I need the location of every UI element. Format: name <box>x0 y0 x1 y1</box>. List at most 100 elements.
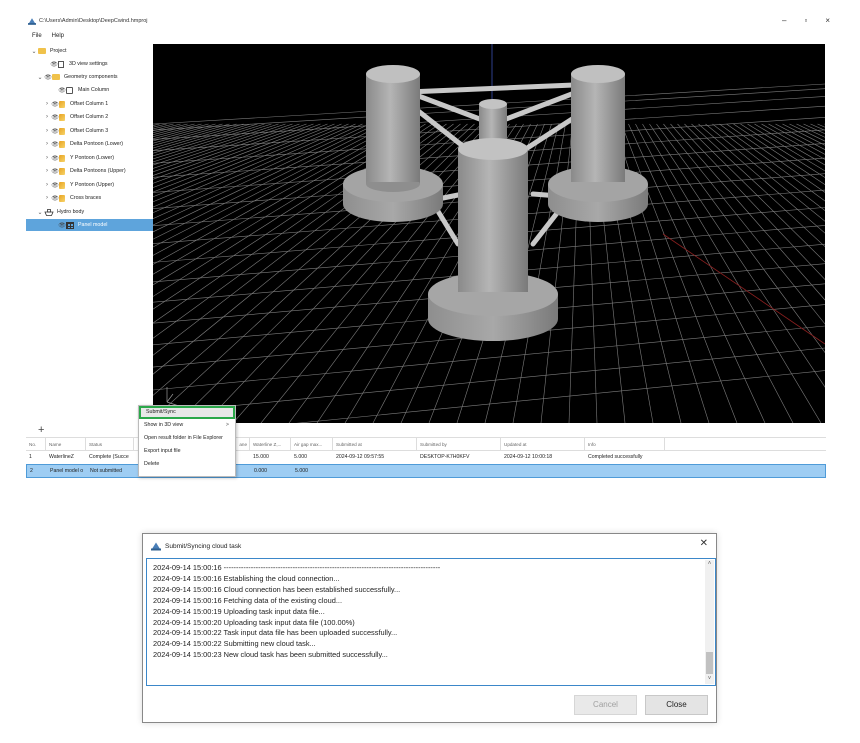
col-name[interactable]: Name <box>46 438 86 450</box>
cancel-button[interactable]: Cancel <box>574 695 637 715</box>
tree-item-y-pontoon-lower[interactable]: › 👁 Y Pontoon (Lower) <box>43 152 114 164</box>
3d-viewport[interactable] <box>153 44 825 423</box>
col-status[interactable]: Status <box>86 438 134 450</box>
eye-icon[interactable]: 👁 <box>50 61 58 68</box>
col-airgap[interactable]: Air gap max... <box>291 438 333 450</box>
cell-submitted-by: DESKTOP-K7H0KFV <box>420 454 470 460</box>
menu-item-delete[interactable]: Delete <box>139 458 235 471</box>
tree-item-label: Delta Pontoons (Upper) <box>70 168 126 174</box>
cell-updated-at: 2024-09-12 10:00:18 <box>504 454 553 460</box>
tree-item-main-column[interactable]: 👁 Main Column <box>58 84 109 96</box>
cell-status: Complete (Succe <box>89 454 129 460</box>
menu-item-open-result-folder[interactable]: Open result folder in File Explorer <box>139 432 235 445</box>
log-line: 2024-09-14 15:00:19 Uploading task input… <box>153 606 325 616</box>
menu-item-export-input[interactable]: Export input file <box>139 445 235 458</box>
eye-icon[interactable]: 👁 <box>51 101 59 108</box>
chevron-right-icon[interactable]: › <box>43 128 51 134</box>
cube-icon <box>66 86 73 94</box>
tree-item-label: Y Pontoon (Lower) <box>70 155 115 161</box>
log-textarea[interactable]: 2024-09-14 15:00:16 --------------------… <box>146 558 716 686</box>
col-submitted-by[interactable]: Submitted by <box>417 438 501 450</box>
dialog-title: Submit/Syncing cloud task <box>165 542 242 550</box>
eye-icon[interactable]: 👁 <box>51 128 59 135</box>
minimize-button[interactable]: – <box>782 16 786 25</box>
log-line: 2024-09-14 15:00:16 Establishing the clo… <box>153 573 340 583</box>
menu-bar: File Help <box>32 33 64 39</box>
tree-item-label: Delta Pontoon (Lower) <box>70 141 123 147</box>
menu-item-submit-sync[interactable]: Submit/Sync <box>139 406 235 419</box>
chevron-right-icon[interactable]: › <box>43 195 51 201</box>
tree-item-project[interactable]: ⌄ Project <box>30 45 67 57</box>
tree-item-cross-braces[interactable]: › 👁 Cross braces <box>43 192 101 204</box>
app-logo-icon <box>151 542 161 550</box>
scroll-down-icon[interactable]: ˅ <box>705 675 714 684</box>
log-line: 2024-09-14 15:00:22 Submitting new cloud… <box>153 639 316 649</box>
chevron-right-icon[interactable]: › <box>43 182 51 188</box>
col-submitted-at[interactable]: Submitted at <box>333 438 417 450</box>
cell-info: Completed successfully <box>588 454 643 460</box>
app-logo-icon <box>28 17 36 25</box>
tree-item-3d-view-settings[interactable]: 👁 3D view settings <box>50 58 108 70</box>
tree-item-panel-model[interactable]: 👁 Panel model <box>26 219 153 231</box>
menu-help[interactable]: Help <box>52 33 64 39</box>
window-title-row: C:\Users\Admin\Desktop\DeepCwind.hmproj <box>28 16 148 26</box>
chevron-down-icon[interactable]: ⌄ <box>36 74 44 81</box>
maximize-button[interactable]: ▫ <box>804 16 807 25</box>
tree-item-offset-column-3[interactable]: › 👁 Offset Column 3 <box>43 125 108 137</box>
menu-item-show-in-3d[interactable]: Show in 3D view > <box>139 419 235 432</box>
eye-icon[interactable]: 👁 <box>58 222 66 229</box>
folder-icon <box>52 74 60 80</box>
tree-item-label: Y Pontoon (Upper) <box>70 182 115 188</box>
cell-submitted-at: 2024-09-12 09:57:55 <box>336 454 385 460</box>
chevron-down-icon[interactable]: ⌄ <box>30 48 38 55</box>
col-updated-at[interactable]: Updated at <box>501 438 585 450</box>
geometry-icon <box>59 167 65 175</box>
tree-item-delta-pontoon-lower[interactable]: › 👁 Delta Pontoon (Lower) <box>43 138 123 150</box>
chevron-right-icon[interactable]: › <box>43 155 51 161</box>
cell-name: Panel model o <box>50 468 84 474</box>
geometry-icon <box>59 181 65 189</box>
tree-item-geometry-components[interactable]: ⌄ 👁 Geometry components <box>36 71 118 83</box>
col-info[interactable]: Info <box>585 438 665 450</box>
chevron-right-icon[interactable]: › <box>43 141 51 147</box>
col-waterline[interactable]: Waterline Z,... <box>250 438 291 450</box>
cell-waterline: 0.000 <box>254 468 267 474</box>
close-window-button[interactable]: × <box>825 16 830 25</box>
tree-item-label: Panel model <box>78 222 108 228</box>
tree-item-label: 3D view settings <box>69 61 108 67</box>
eye-icon[interactable]: 👁 <box>58 87 66 94</box>
menu-file[interactable]: File <box>32 33 42 39</box>
geometry-icon <box>59 127 65 135</box>
window-controls: – ▫ × <box>782 16 830 25</box>
eye-icon[interactable]: 👁 <box>51 195 59 202</box>
mesh-icon <box>66 221 74 229</box>
chevron-right-icon[interactable]: › <box>43 114 51 120</box>
eye-icon[interactable]: 👁 <box>51 155 59 162</box>
tree-item-label: Cross braces <box>70 195 102 201</box>
log-scrollbar[interactable]: ˄ ˅ <box>705 560 714 684</box>
tree-item-delta-pontoons-upper[interactable]: › 👁 Delta Pontoons (Upper) <box>43 165 126 177</box>
chevron-right-icon[interactable]: › <box>43 168 51 174</box>
tree-item-hydro-body[interactable]: ⌄ Hydro body <box>36 206 84 218</box>
cell-status: Not submitted <box>90 468 123 474</box>
eye-icon[interactable]: 👁 <box>51 141 59 148</box>
chevron-right-icon[interactable]: › <box>43 101 51 107</box>
tree-item-offset-column-2[interactable]: › 👁 Offset Column 2 <box>43 111 108 123</box>
geometry-icon <box>59 154 65 162</box>
dialog-close-icon[interactable]: ✕ <box>700 538 708 549</box>
chevron-right-icon: > <box>225 422 229 428</box>
eye-icon[interactable]: 👁 <box>51 182 59 189</box>
scroll-up-icon[interactable]: ˄ <box>705 560 714 569</box>
scrollbar-thumb[interactable] <box>706 652 713 674</box>
close-button[interactable]: Close <box>645 695 708 715</box>
eye-icon[interactable]: 👁 <box>51 114 59 121</box>
log-line: 2024-09-14 15:00:22 Task input data file… <box>153 628 398 638</box>
tree-item-offset-column-1[interactable]: › 👁 Offset Column 1 <box>43 98 108 110</box>
menu-item-label: Show in 3D view <box>144 422 184 428</box>
chevron-down-icon[interactable]: ⌄ <box>36 209 44 216</box>
tree-item-y-pontoon-upper[interactable]: › 👁 Y Pontoon (Upper) <box>43 179 114 191</box>
eye-icon[interactable]: 👁 <box>44 74 52 81</box>
col-no[interactable]: No. <box>26 438 46 450</box>
eye-icon[interactable]: 👁 <box>51 168 59 175</box>
add-task-button[interactable]: + <box>38 424 44 436</box>
